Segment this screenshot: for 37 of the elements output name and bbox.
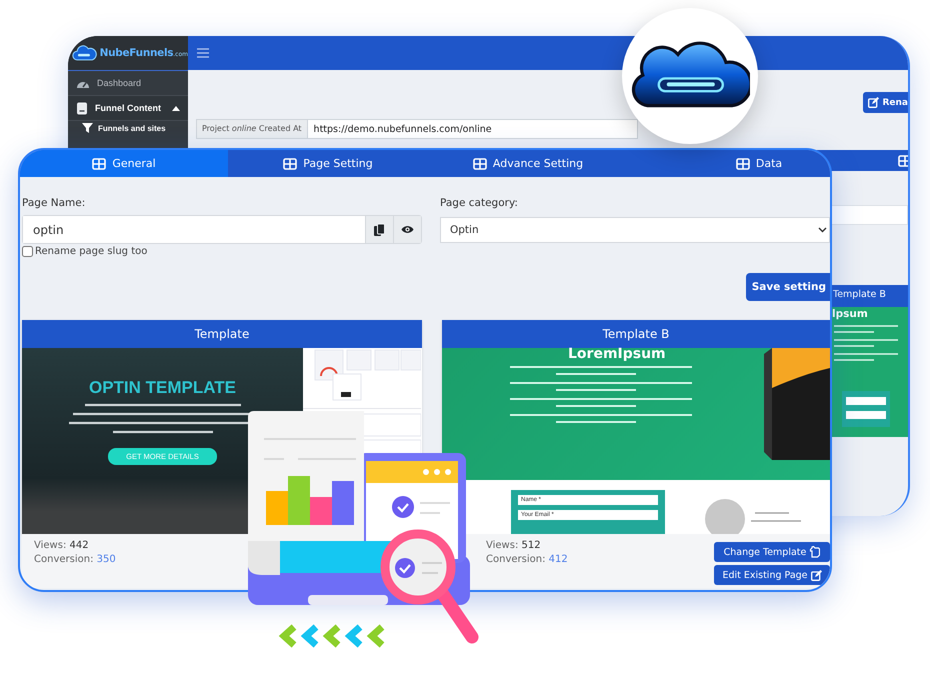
conversion-stat: Conversion: 412 xyxy=(486,554,568,565)
document-icon xyxy=(76,102,88,114)
edit-page-button[interactable]: Edit Existing Page xyxy=(714,565,830,585)
save-settings-button[interactable]: Save setting xyxy=(746,273,830,301)
card-title: Template xyxy=(22,320,422,348)
field-label: Page category: xyxy=(440,197,519,209)
cloud-icon xyxy=(72,43,98,63)
project-label: Project online Created At xyxy=(196,119,308,139)
hero-title: OPTIN TEMPLATE xyxy=(88,378,236,398)
edit-icon xyxy=(810,570,822,580)
checkbox[interactable] xyxy=(22,246,33,257)
views-stat: Views: 442 xyxy=(34,540,90,551)
edit-icon xyxy=(868,97,880,108)
category-dropdown[interactable]: Optin xyxy=(440,217,830,243)
grid-icon xyxy=(736,156,750,170)
conversion-stat: Conversion: 350 xyxy=(34,554,116,565)
filter-icon xyxy=(82,123,93,133)
card-title: Template B xyxy=(830,285,908,307)
url-field[interactable]: https://demo.nubefunnels.com/online xyxy=(308,119,638,139)
preview-heading: lpsum xyxy=(832,307,869,321)
grid-icon[interactable] xyxy=(898,154,908,168)
grid-icon xyxy=(283,156,298,170)
sidebar-item[interactable]: Funnels and sites xyxy=(68,121,188,135)
sidebar-item[interactable]: Funnel Content xyxy=(68,96,188,121)
grid-icon xyxy=(472,156,487,170)
grid-icon xyxy=(92,156,106,170)
logo-name: NubeFunnels xyxy=(100,47,174,59)
card-title: Template B xyxy=(442,320,830,348)
menu-icon[interactable] xyxy=(197,48,209,58)
views-stat: Views: 512 xyxy=(486,540,542,551)
rename-button[interactable]: Rena xyxy=(863,92,908,113)
hero-title: LoremIpsum xyxy=(568,346,667,362)
tab[interactable]: General xyxy=(20,150,228,177)
checkbox-label: Rename page slug too xyxy=(35,246,148,257)
change-template-button[interactable]: Change Template xyxy=(714,542,830,562)
chevron-down-icon xyxy=(818,227,827,233)
field-label: Page Name: xyxy=(22,197,86,209)
